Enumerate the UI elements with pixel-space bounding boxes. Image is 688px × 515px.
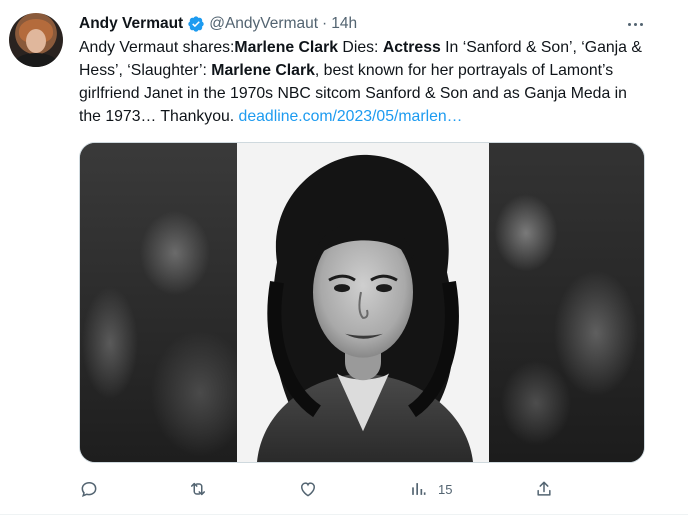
text-segment-bold: Actress (382, 39, 441, 56)
reply-button[interactable] (79, 476, 99, 502)
text-segment-bold: Marlene Clark (211, 62, 315, 79)
retweet-icon (191, 482, 205, 496)
media-blur-right (486, 143, 644, 462)
retweet-button[interactable] (188, 476, 208, 502)
more-options-icon[interactable] (624, 14, 646, 34)
avatar[interactable] (9, 13, 63, 67)
like-button[interactable] (298, 476, 318, 502)
share-button[interactable] (534, 476, 554, 502)
article-link[interactable]: deadline.com/2023/05/marlen… (239, 108, 463, 125)
tweet-header: Andy Vermaut @AndyVermaut · 14h (79, 13, 357, 35)
like-icon (300, 482, 316, 497)
portrait-photo (237, 143, 489, 462)
avatar-face (26, 29, 46, 53)
tweet-card[interactable]: Andy Vermaut @AndyVermaut · 14h Andy Ver… (0, 0, 688, 515)
header-separator: · (322, 15, 328, 32)
text-segment-bold: Marlene Clark (234, 39, 339, 56)
media-image[interactable] (79, 142, 645, 463)
text-segment: Andy Vermaut shares: (79, 39, 235, 56)
author-handle[interactable]: @AndyVermaut (209, 13, 318, 35)
verified-badge-icon (188, 16, 204, 32)
views-icon (412, 483, 426, 495)
views-button[interactable]: 15 (408, 476, 452, 502)
tweet-actions: 15 (79, 476, 645, 502)
media-blur-left (80, 143, 238, 462)
author-name[interactable]: Andy Vermaut (79, 13, 183, 35)
tweet-text: Andy Vermaut shares:Marlene Clark Dies: … (79, 36, 645, 128)
reply-icon (81, 481, 97, 497)
views-count: 15 (438, 481, 453, 497)
text-segment: Dies: (338, 39, 383, 56)
tweet-timestamp[interactable]: 14h (331, 13, 357, 35)
avatar-shirt (13, 53, 59, 67)
share-icon (537, 481, 551, 496)
